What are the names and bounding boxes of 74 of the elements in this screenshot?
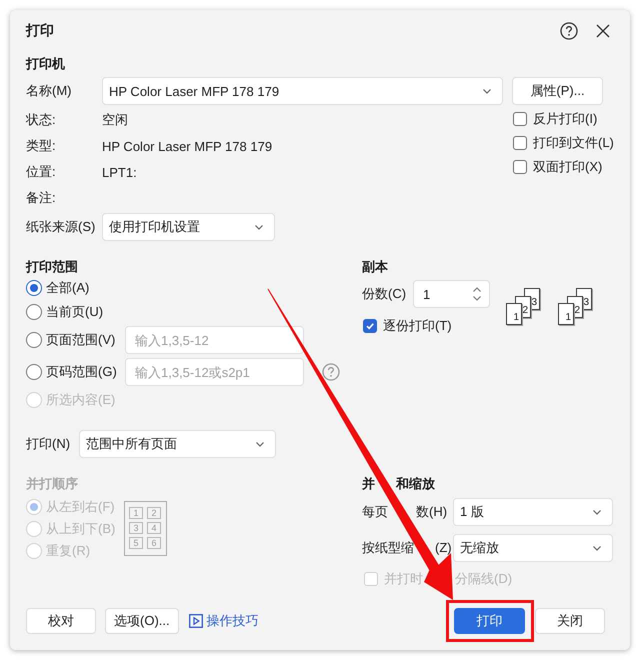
page-range-field[interactable]: 输入1,3,5-12或s2p1 [125,358,304,386]
pages-per-sheet-select[interactable]: 1 版 [453,498,613,526]
radio-label: 从左到右(F) [46,498,115,516]
radio-label: 从上到下(B) [46,520,116,538]
section-heading: 和缩放 [396,475,435,493]
field-label: 名称(M) [26,82,72,100]
section-heading: 并打顺序 [26,475,78,493]
print-pages-select[interactable]: 范围中所有页面 [79,430,276,458]
checkbox[interactable] [513,112,527,126]
info-label: 状态: [26,111,57,129]
checkbox-label: 逐份打印(T) [383,317,452,335]
field-label: 打印(N) [26,435,72,453]
page-sheet: 1 [558,303,574,325]
field-label: 纸张来源(S) [26,218,96,236]
close-icon [596,24,610,38]
dialog-button[interactable]: 关闭 [535,608,605,634]
section-heading: 打印机 [26,55,65,73]
field-label: 每页 [362,502,388,520]
radio-button[interactable] [26,364,42,380]
page-cell: 3 [129,522,143,534]
info-value: 空闲 [102,111,128,129]
info-label: 备注: [26,189,57,207]
copies-spinbox[interactable]: 1 [413,280,490,308]
paper-source-select[interactable]: 使用打印机设置 [102,213,275,241]
field-label: 按纸型缩 [362,538,414,556]
radio-label: 所选内容(E) [46,391,116,409]
radio-label: 当前页(U) [46,303,104,321]
info-value: LPT1: [102,164,137,180]
radio-label: 重复(R) [46,542,90,560]
page-cell: 6 [147,537,161,549]
video-play-icon [188,614,203,628]
field-label: (Z) [435,540,452,555]
print-button[interactable]: 打印 [454,608,525,634]
section-heading: 并 [362,475,375,493]
section-heading: 打印范围 [26,258,78,276]
page-range-field[interactable]: 输入1,3,5-12 [125,326,304,354]
checkbox-label: 双面打印(X) [533,158,602,176]
help-icon[interactable] [322,363,340,381]
page-cell: 4 [147,522,161,534]
radio-label: 页面范围(V) [46,331,116,349]
radio-button[interactable] [26,332,42,348]
checkbox-label: 并打时 [384,570,423,588]
page-sheet: 1 [506,303,522,325]
page-cell: 2 [147,507,161,519]
dialog-title: 打印 [26,22,54,40]
info-value: HP Color Laser MFP 178 179 [102,138,272,154]
printer-select[interactable]: HP Color Laser MFP 178 179 [102,77,503,105]
help-icon [560,22,578,40]
scale-select[interactable]: 无缩放 [453,534,613,562]
field-label: 数(H) [416,502,448,520]
radio-label: 页码范围(G) [46,363,118,381]
checkbox-label: 分隔线(D) [455,570,512,588]
radio-label: 全部(A) [46,279,90,297]
section-heading: 副本 [362,258,388,276]
close-button[interactable] [594,22,612,40]
page-cell: 1 [129,507,143,519]
page-cell: 5 [129,537,143,549]
checkbox-label: 打印到文件(L) [533,134,614,152]
checkbox[interactable] [513,136,527,150]
radio-button[interactable] [26,280,42,296]
checkbox-label: 反片打印(I) [533,110,598,128]
radio-button[interactable] [26,304,42,320]
checkbox[interactable] [513,160,527,174]
info-label: 类型: [26,137,57,155]
checkbox[interactable] [363,319,377,333]
tips-link[interactable]: 操作技巧 [188,608,259,634]
check-icon [365,321,375,331]
properties-button[interactable]: 属性(P)... [512,77,603,105]
field-label: 份数(C) [362,285,408,303]
spin-arrows-icon[interactable] [472,286,482,302]
dialog-button[interactable]: 选项(O)... [105,608,179,634]
dialog-button[interactable]: 校对 [26,608,96,634]
info-label: 位置: [26,163,57,181]
help-button[interactable] [560,22,578,40]
